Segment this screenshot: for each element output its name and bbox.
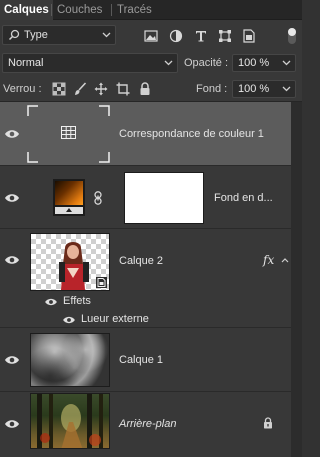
blend-row: Normal Opacité : 100 % <box>0 50 302 76</box>
lock-all-icon[interactable] <box>138 82 152 96</box>
chevron-down-icon <box>102 32 111 38</box>
lock-row: Verrou : Fond : 100 % <box>0 76 302 102</box>
lock-label: Verrou : <box>3 83 42 95</box>
layer-mask-thumbnail[interactable] <box>124 172 204 224</box>
color-table-icon <box>61 126 76 139</box>
brush-icon[interactable] <box>73 82 87 96</box>
effects-label: Effets <box>63 295 91 307</box>
layer-name[interactable]: Arrière-plan <box>119 418 176 430</box>
fx-effects-icon[interactable]: fx <box>263 253 274 267</box>
layer-name[interactable]: Calque 2 <box>119 255 163 267</box>
layer-row-background[interactable]: Arrière-plan <box>0 392 291 457</box>
tab-divider <box>111 4 112 16</box>
tab-divider <box>51 4 52 16</box>
adjustment-thumbnail[interactable] <box>26 104 111 164</box>
panel-tab-bar: Calques Couches Tracés <box>0 0 302 20</box>
layer-row-color-match[interactable]: Correspondance de couleur 1 <box>0 102 291 166</box>
filter-kind-label: Type <box>24 29 48 41</box>
gradient-fill-thumbnail[interactable] <box>53 179 85 216</box>
blend-mode-value: Normal <box>8 57 44 69</box>
layer-row-calque-2[interactable]: Calque 2 fx Effets Lueur externe <box>0 229 291 328</box>
effect-row-outer-glow[interactable]: Lueur externe <box>0 311 291 329</box>
effect-name: Lueur externe <box>81 313 149 325</box>
shape-layer-filter-icon[interactable] <box>218 29 232 43</box>
layer-row-calque-1[interactable]: Calque 1 <box>0 328 291 392</box>
adjustment-layer-filter-icon[interactable] <box>169 29 183 43</box>
eye-visibility-icon[interactable] <box>4 192 20 204</box>
fill-label: Fond : <box>196 83 228 95</box>
layer-name[interactable]: Fond en d... <box>214 192 273 204</box>
mask-link-icon[interactable] <box>92 191 104 205</box>
tab-couches[interactable]: Couches <box>53 0 106 20</box>
effects-group-row[interactable]: Effets <box>0 293 291 311</box>
smart-object-filter-icon[interactable] <box>242 29 256 43</box>
chevron-up-icon[interactable] <box>281 258 289 263</box>
chevron-down-icon <box>282 60 291 66</box>
forest-thumbnail[interactable] <box>30 393 110 449</box>
move-icon[interactable] <box>94 82 108 96</box>
layers-scrollbar[interactable] <box>291 102 302 457</box>
layer-filter-row: Type <box>0 20 302 50</box>
tab-calques[interactable]: Calques <box>0 0 53 20</box>
forest-image <box>37 394 103 448</box>
chevron-down-icon <box>164 60 173 66</box>
layer-name[interactable]: Correspondance de couleur 1 <box>119 128 264 140</box>
layer-name[interactable]: Calque 1 <box>119 354 163 366</box>
layers-list: Correspondance de couleur 1 Fond en d... <box>0 102 302 457</box>
gradient-triangle-icon <box>66 208 72 212</box>
filter-kind-select[interactable]: Type <box>2 25 116 45</box>
tab-traces[interactable]: Tracés <box>113 0 156 20</box>
opacity-field[interactable]: 100 % <box>232 54 296 72</box>
smart-object-badge-icon <box>96 277 107 288</box>
filter-toggle[interactable] <box>288 28 296 44</box>
lock-icon[interactable] <box>263 417 273 429</box>
eye-visibility-icon[interactable] <box>4 254 20 266</box>
pixel-layer-filter-icon[interactable] <box>144 29 158 43</box>
clouds-thumbnail[interactable] <box>30 333 110 387</box>
eye-visibility-icon[interactable] <box>44 297 58 307</box>
opacity-label: Opacité : <box>184 57 229 69</box>
layer-thumbnail[interactable] <box>30 233 110 291</box>
eye-visibility-icon[interactable] <box>4 418 20 430</box>
lock-transparent-pixels-icon[interactable] <box>52 82 66 96</box>
blend-mode-select[interactable]: Normal <box>2 53 178 73</box>
artboard-crop-icon[interactable] <box>116 82 130 96</box>
eye-visibility-icon[interactable] <box>4 128 20 140</box>
layer-row-gradient-fill[interactable]: Fond en d... <box>0 166 291 229</box>
type-layer-filter-icon[interactable] <box>194 29 208 43</box>
fill-field[interactable]: 100 % <box>232 80 296 98</box>
opacity-value: 100 % <box>238 57 270 69</box>
chevron-down-icon <box>282 86 291 92</box>
eye-visibility-icon[interactable] <box>4 354 20 366</box>
fill-value: 100 % <box>238 83 270 95</box>
search-icon <box>8 29 20 41</box>
eye-visibility-icon[interactable] <box>62 315 76 325</box>
